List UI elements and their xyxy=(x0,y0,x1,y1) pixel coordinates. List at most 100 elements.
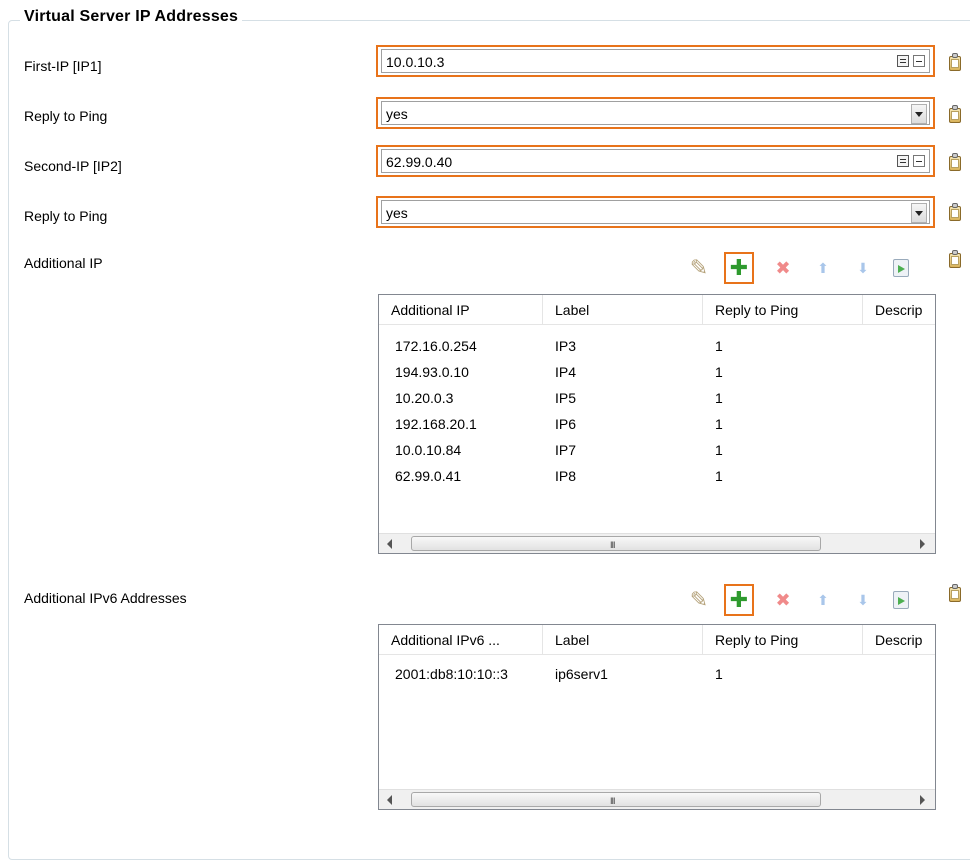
plus-icon: ✚ xyxy=(729,587,749,612)
scrollbar-thumb[interactable]: III xyxy=(411,792,821,807)
minus-icon[interactable] xyxy=(913,155,925,167)
additional-ipv6-table[interactable]: Additional IPv6 ... Label Reply to Ping … xyxy=(378,624,936,810)
clipboard-icon[interactable] xyxy=(948,203,962,221)
list-icon[interactable] xyxy=(897,55,909,67)
column-header[interactable]: Label xyxy=(543,625,703,655)
table-cell: 1 xyxy=(715,468,723,484)
move-up-icon: ⬆ xyxy=(817,259,829,276)
scroll-grip: III xyxy=(610,540,615,550)
list-icon[interactable] xyxy=(897,155,909,167)
move-up-button[interactable]: ⬆ xyxy=(808,252,838,284)
table-cell: 1 xyxy=(715,416,723,432)
additional-ip-label: Additional IP xyxy=(24,255,103,271)
export-icon xyxy=(893,591,909,609)
table-cell: 1 xyxy=(715,338,723,354)
table-cell: 1 xyxy=(715,364,723,380)
column-header[interactable]: Additional IPv6 ... xyxy=(379,625,543,655)
column-header[interactable]: Descrip xyxy=(863,625,935,655)
move-down-button[interactable]: ⬇ xyxy=(848,252,878,284)
second-ip-field[interactable]: 62.99.0.40 xyxy=(376,145,935,177)
additional-ipv6-label: Additional IPv6 Addresses xyxy=(24,590,187,606)
table-row[interactable]: 172.16.0.254 IP3 1 xyxy=(379,333,935,359)
pencil-icon: ✎ xyxy=(689,255,709,280)
table-cell: 2001:db8:10:10::3 xyxy=(395,666,508,682)
plus-icon: ✚ xyxy=(729,255,749,280)
reply-to-ping-value: yes xyxy=(386,205,408,221)
reply-to-ping-select[interactable]: yes xyxy=(376,97,935,129)
table-header: Additional IP Label Reply to Ping Descri… xyxy=(379,295,935,325)
group-title: Virtual Server IP Addresses xyxy=(20,8,243,26)
table-cell: IP3 xyxy=(555,338,577,354)
export-button[interactable] xyxy=(886,252,916,284)
table-cell: 194.93.0.10 xyxy=(395,364,469,380)
reply-to-ping-select[interactable]: yes xyxy=(376,196,935,228)
table-cell: IP4 xyxy=(555,364,577,380)
table-cell: IP8 xyxy=(555,468,577,484)
clipboard-icon[interactable] xyxy=(948,105,962,123)
scroll-left-icon[interactable] xyxy=(387,539,392,549)
clipboard-icon[interactable] xyxy=(948,584,962,602)
second-ip-label: Second-IP [IP2] xyxy=(24,158,122,174)
first-ip-field[interactable]: 10.0.10.3 xyxy=(376,45,935,77)
chevron-down-icon[interactable] xyxy=(911,104,927,124)
table-row[interactable]: 192.168.20.1 IP6 1 xyxy=(379,411,935,437)
column-header[interactable]: Label xyxy=(543,295,703,325)
column-header[interactable]: Additional IP xyxy=(379,295,543,325)
edit-button[interactable]: ✎ xyxy=(684,252,714,284)
reply-to-ping-label: Reply to Ping xyxy=(24,108,108,124)
table-cell: IP7 xyxy=(555,442,577,458)
add-button[interactable]: ✚ xyxy=(724,252,754,284)
additional-ip-table[interactable]: Additional IP Label Reply to Ping Descri… xyxy=(378,294,936,554)
table-cell: IP5 xyxy=(555,390,577,406)
table-cell: 1 xyxy=(715,666,723,682)
second-ip-value[interactable]: 62.99.0.40 xyxy=(386,154,452,170)
horizontal-scrollbar[interactable]: III xyxy=(379,789,935,809)
table-row[interactable]: 194.93.0.10 IP4 1 xyxy=(379,359,935,385)
table-cell: 10.20.0.3 xyxy=(395,390,454,406)
add-button[interactable]: ✚ xyxy=(724,584,754,616)
minus-icon[interactable] xyxy=(913,55,925,67)
move-up-icon: ⬆ xyxy=(817,591,829,608)
column-header[interactable]: Reply to Ping xyxy=(703,625,863,655)
table-cell: 172.16.0.254 xyxy=(395,338,477,354)
table-cell: 1 xyxy=(715,442,723,458)
export-icon xyxy=(893,259,909,277)
table-cell: 1 xyxy=(715,390,723,406)
move-down-icon: ⬇ xyxy=(857,591,869,608)
move-up-button[interactable]: ⬆ xyxy=(808,584,838,616)
column-header[interactable]: Descrip xyxy=(863,295,935,325)
first-ip-label: First-IP [IP1] xyxy=(24,58,102,74)
delete-button[interactable]: ✖ xyxy=(768,252,798,284)
table-cell: IP6 xyxy=(555,416,577,432)
table-header: Additional IPv6 ... Label Reply to Ping … xyxy=(379,625,935,655)
scroll-right-icon[interactable] xyxy=(920,539,925,549)
column-header[interactable]: Reply to Ping xyxy=(703,295,863,325)
horizontal-scrollbar[interactable]: III xyxy=(379,533,935,553)
table-cell: 10.0.10.84 xyxy=(395,442,462,458)
reply-to-ping-value: yes xyxy=(386,106,408,122)
clipboard-icon[interactable] xyxy=(948,250,962,268)
additional-ip-toolbar: ✎ ✚ ✖ ⬆ ⬇ xyxy=(684,252,942,284)
table-row[interactable]: 10.0.10.84 IP7 1 xyxy=(379,437,935,463)
scroll-right-icon[interactable] xyxy=(920,795,925,805)
delete-icon: ✖ xyxy=(775,257,791,278)
table-row[interactable]: 10.20.0.3 IP5 1 xyxy=(379,385,935,411)
first-ip-value[interactable]: 10.0.10.3 xyxy=(386,54,444,70)
move-down-icon: ⬇ xyxy=(857,259,869,276)
table-row[interactable]: 2001:db8:10:10::3 ip6serv1 1 xyxy=(379,661,935,687)
export-button[interactable] xyxy=(886,584,916,616)
move-down-button[interactable]: ⬇ xyxy=(848,584,878,616)
table-cell: ip6serv1 xyxy=(555,666,608,682)
table-row[interactable]: 62.99.0.41 IP8 1 xyxy=(379,463,935,489)
scroll-left-icon[interactable] xyxy=(387,795,392,805)
pencil-icon: ✎ xyxy=(689,587,709,612)
scroll-grip: III xyxy=(610,796,615,806)
delete-button[interactable]: ✖ xyxy=(768,584,798,616)
scrollbar-thumb[interactable]: III xyxy=(411,536,821,551)
table-cell: 192.168.20.1 xyxy=(395,416,477,432)
chevron-down-icon[interactable] xyxy=(911,203,927,223)
clipboard-icon[interactable] xyxy=(948,53,962,71)
additional-ipv6-toolbar: ✎ ✚ ✖ ⬆ ⬇ xyxy=(684,584,942,616)
clipboard-icon[interactable] xyxy=(948,153,962,171)
edit-button[interactable]: ✎ xyxy=(684,584,714,616)
